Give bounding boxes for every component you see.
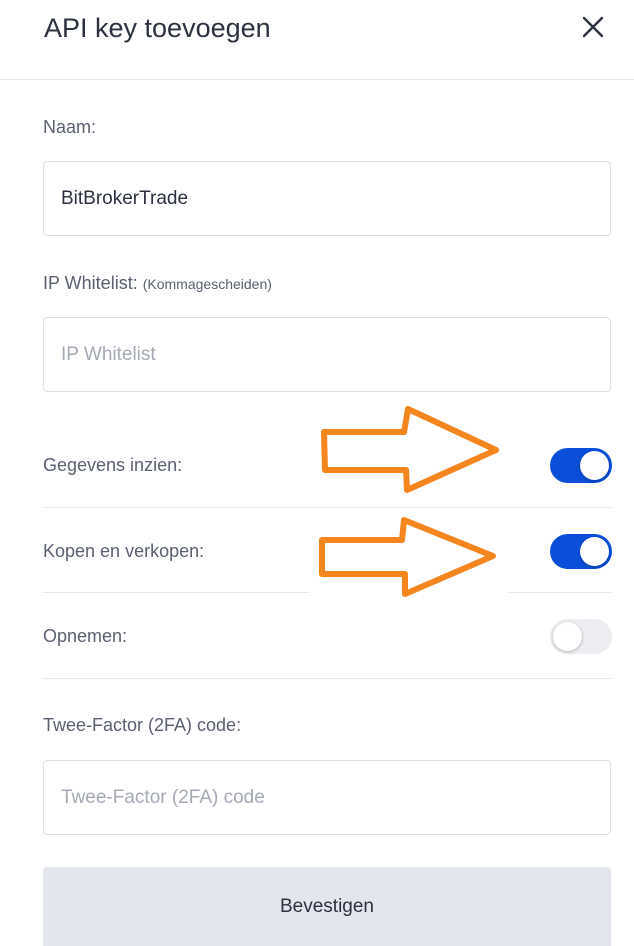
toggle-knob [553,622,582,651]
toggle-trade[interactable] [550,534,612,569]
toggle-withdraw[interactable] [550,619,612,654]
permission-label-trade: Kopen en verkopen: [43,541,205,561]
divider [509,592,611,593]
name-label: Naam: [43,117,97,137]
toggle-knob [580,537,609,566]
permission-label-withdraw: Opnemen: [43,626,128,646]
two-factor-label: Twee-Factor (2FA) code: [43,715,242,735]
toggle-knob [580,451,609,480]
close-button[interactable] [578,12,608,42]
toggle-view-data[interactable] [550,448,612,483]
divider [43,592,309,593]
permission-label-view: Gegevens inzien: [43,455,183,475]
confirm-button[interactable]: Bevestigen [43,867,611,946]
arrow-right-icon [319,517,496,597]
ip-whitelist-label: IP Whitelist: (Kommagescheiden) [43,271,272,296]
close-icon [582,16,604,38]
dialog-header: API key toevoegen [0,0,634,80]
name-input[interactable] [43,161,611,236]
divider [43,507,611,508]
ip-whitelist-hint: (Kommagescheiden) [142,276,272,292]
divider [43,678,611,679]
dialog-title: API key toevoegen [44,13,271,43]
ip-whitelist-input[interactable] [43,317,611,392]
ip-whitelist-label-text: IP Whitelist: [43,273,138,293]
two-factor-input[interactable] [43,760,611,835]
arrow-right-icon [321,406,499,493]
